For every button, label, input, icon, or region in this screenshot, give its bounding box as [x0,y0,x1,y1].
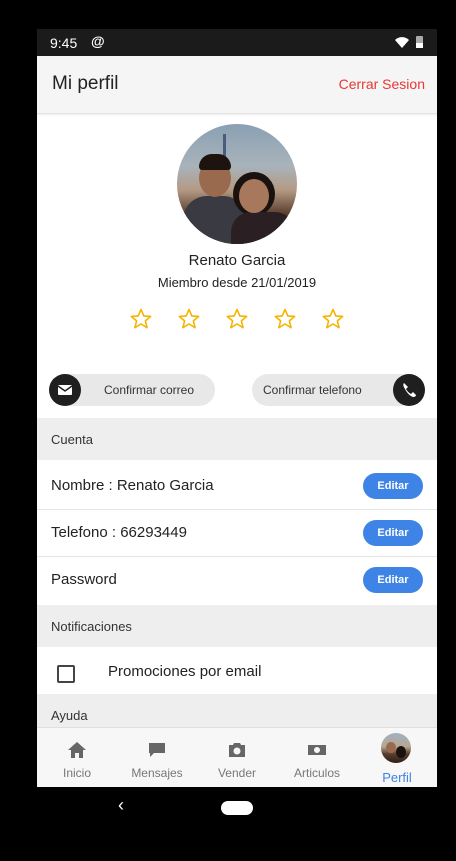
status-bar: 9:45 @ [37,29,437,56]
nav-mensajes-label: Mensajes [131,766,183,780]
confirm-email-label: Confirmar correo [104,383,195,397]
nav-vender-label: Vender [217,766,257,780]
avatar-photo-detail [231,212,295,244]
email-icon-circle [49,374,81,406]
page-title: Mi perfil [52,73,119,94]
nav-mensajes[interactable]: Mensajes [117,728,197,787]
profile-name: Renato Garcia [188,252,286,269]
star-icon[interactable] [177,307,201,331]
account-row-name: Nombre : Renato Garcia Editar [37,463,437,510]
star-icon[interactable] [225,307,249,331]
star-icon[interactable] [273,307,297,331]
section-account-label: Cuenta [51,432,93,447]
edit-name-button[interactable]: Editar [363,473,423,499]
nav-articulos-label: Articulos [293,766,340,780]
wifi-icon [395,37,409,48]
account-name-label: Nombre : Renato Garcia [51,477,214,494]
system-navigation: ‹ [0,787,456,861]
email-icon [57,385,73,395]
home-icon [68,742,86,758]
app-screen: 9:45 @ Mi perfil Cerrar Sesion Renato Ga… [37,29,437,787]
avatar-photo-detail [239,179,269,213]
nav-avatar [381,733,411,763]
nav-vender[interactable]: Vender [197,728,277,787]
phone-device: 9:45 @ Mi perfil Cerrar Sesion Renato Ga… [0,0,456,861]
promo-email-row[interactable]: Promociones por email [37,648,437,694]
nav-inicio[interactable]: Inicio [37,728,117,787]
section-account: Cuenta [37,418,437,460]
star-icon[interactable] [321,307,345,331]
profile-avatar[interactable] [177,124,297,244]
nav-perfil[interactable]: Perfil [357,728,437,787]
confirm-phone-label: Confirmar telefono [263,383,362,397]
section-help-label: Ayuda [51,708,88,723]
system-back-button[interactable]: ‹ [118,795,124,816]
account-phone-label: Telefono : 66293449 [51,524,187,541]
nav-articulos[interactable]: Articulos [277,728,357,787]
promo-email-checkbox[interactable] [57,665,75,683]
section-notifications: Notificaciones [37,605,437,647]
nav-inicio-label: Inicio [62,766,91,780]
avatar-photo-detail [199,154,231,170]
confirm-phone-button[interactable]: Confirmar telefono [252,374,425,406]
nav-avatar-detail [396,746,406,758]
battery-icon [416,36,423,48]
notification-app-icon: @ [91,33,105,49]
confirm-email-button[interactable]: Confirmar correo [49,374,215,406]
star-icon[interactable] [129,307,153,331]
account-row-password: Password Editar [37,557,437,603]
member-since: Miembro desde 21/01/2019 [157,275,317,290]
chat-icon [149,743,165,757]
nav-perfil-label: Perfil [382,770,412,785]
camera-icon [229,743,245,757]
promo-email-label: Promociones por email [108,663,262,680]
bottom-navigation: Inicio Mensajes Vender Articulos Perfil [37,727,437,787]
app-bar: Mi perfil Cerrar Sesion [37,56,437,114]
phone-icon [403,383,416,397]
nav-avatar-detail [386,742,396,753]
account-row-phone: Telefono : 66293449 Editar [37,510,437,557]
edit-phone-button[interactable]: Editar [363,520,423,546]
system-home-button[interactable] [221,801,253,815]
status-time: 9:45 [50,35,78,51]
account-password-label: Password [51,571,117,588]
edit-password-button[interactable]: Editar [363,567,423,593]
money-icon [308,745,326,755]
section-notifications-label: Notificaciones [51,619,132,634]
logout-button[interactable]: Cerrar Sesion [339,76,425,92]
rating-stars[interactable] [37,307,437,336]
phone-icon-circle [393,374,425,406]
